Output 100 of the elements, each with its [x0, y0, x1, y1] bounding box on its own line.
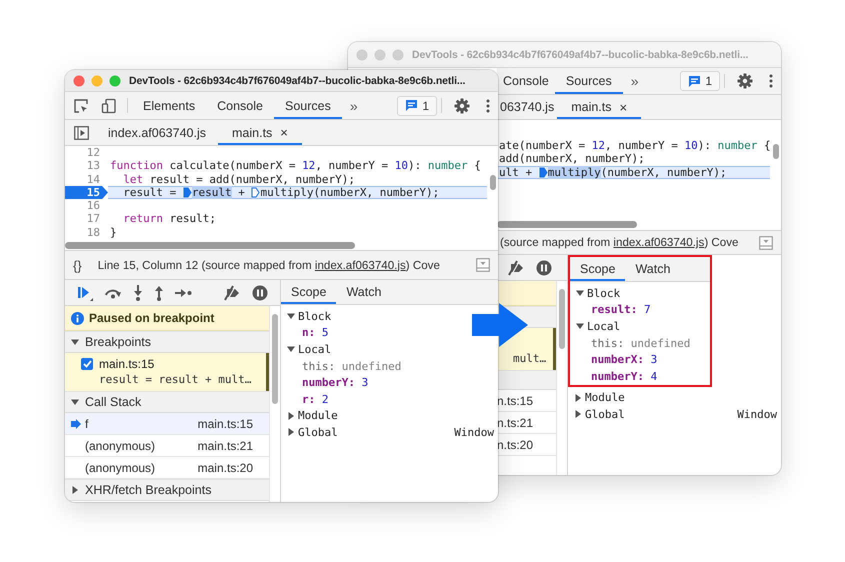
section-header[interactable]: Breakpoints [65, 331, 269, 353]
code-text: multiply(numberX, numberY); [260, 186, 440, 200]
code-text: ate(numberX = 12, numberY = 10): number { [499, 139, 770, 152]
source-link[interactable]: index.af063740.js [314, 258, 406, 272]
inline-breakpoint-icon[interactable] [251, 187, 260, 198]
sidebar-tab[interactable]: Watch [625, 257, 680, 281]
pause-icon[interactable] [252, 284, 268, 300]
step-icon[interactable] [175, 288, 192, 298]
status-text: Line 15, Column 12 (source mapped from index.af063740.js) Cove [98, 258, 441, 272]
scope-variable: this: undefined [302, 360, 402, 373]
frame-location: main.ts:20 [198, 460, 253, 474]
more-tabs-button[interactable]: » [342, 92, 366, 119]
issues-button[interactable]: 1 [680, 71, 720, 91]
scrollbar-thumb[interactable] [272, 314, 278, 404]
expand-triangle-icon[interactable] [71, 338, 79, 346]
deactivate-breakpoints-icon[interactable] [223, 284, 241, 300]
scope-variable: numberY: 4 [591, 370, 658, 383]
breakpoint-item[interactable]: main.ts:15 result = result + mult… [65, 353, 269, 391]
frame-location: n.ts:20 [497, 438, 534, 452]
breakpoint-location: main.ts:15 [99, 357, 154, 371]
issues-count: 1 [422, 98, 429, 112]
expand-triangle-icon[interactable] [576, 289, 584, 298]
settings-icon[interactable] [737, 73, 753, 89]
step-into-icon[interactable] [133, 284, 143, 300]
expand-triangle-icon[interactable] [71, 398, 79, 406]
scope-variable: numberX: 3 [591, 353, 658, 366]
sidebar-tab[interactable]: Scope [281, 280, 336, 304]
scrollbar-thumb[interactable] [559, 289, 565, 349]
expand-triangle-icon[interactable] [574, 410, 582, 418]
breakpoint-code: mult… [513, 352, 548, 365]
resume-icon[interactable] [77, 284, 93, 300]
expand-triangle-icon[interactable] [287, 345, 295, 354]
scrollbar-thumb[interactable] [65, 242, 355, 248]
drawer-toggle-icon[interactable] [759, 236, 773, 250]
call-frame[interactable]: (anonymous) main.ts:20 [65, 457, 269, 479]
drawer-toggle-icon[interactable] [476, 258, 490, 272]
step-over-icon[interactable] [104, 286, 122, 298]
scope-name[interactable]: Module [298, 409, 338, 422]
navigator-toggle-icon[interactable] [74, 126, 89, 140]
line-number: 15 [65, 186, 108, 200]
scope-variable: n: 5 [302, 326, 328, 340]
scrollbar-thumb[interactable] [497, 220, 637, 228]
expand-triangle-icon[interactable] [287, 312, 295, 320]
section-title: Breakpoints [85, 335, 152, 349]
frame-name: (anonymous) [85, 438, 156, 452]
expand-triangle-icon[interactable] [287, 428, 295, 436]
checkmark-icon [82, 360, 92, 368]
step-out-icon[interactable] [154, 284, 164, 300]
scope-name[interactable]: Global [585, 408, 625, 421]
close-icon[interactable]: × [280, 125, 288, 140]
scrollbar-thumb[interactable] [772, 144, 778, 159]
scope-name[interactable]: Local [587, 320, 620, 333]
frame-location: n.ts:15 [497, 394, 534, 408]
line-number: 16 [86, 199, 101, 212]
expand-triangle-icon[interactable] [576, 322, 584, 330]
frame-location: main.ts:15 [198, 416, 253, 430]
section-title: Call Stack [85, 395, 142, 409]
issues-button[interactable]: 1 [397, 96, 437, 116]
info-icon [71, 312, 84, 324]
format-button[interactable]: {} [73, 258, 82, 272]
panel-tab[interactable]: Elements [132, 92, 206, 119]
scope-name[interactable]: Module [585, 391, 625, 404]
current-frame-icon [71, 418, 81, 428]
more-options-icon[interactable] [486, 98, 490, 112]
window-controls-icon[interactable] [73, 74, 121, 86]
file-tab[interactable]: index.af063740.js [96, 120, 218, 145]
code-text: } [110, 226, 117, 240]
arrow-drawing [472, 303, 528, 347]
expand-triangle-icon[interactable] [574, 394, 582, 402]
call-frame[interactable]: (anonymous) main.ts:21 [65, 435, 269, 457]
scope-name[interactable]: Local [298, 342, 332, 356]
pause-icon[interactable] [536, 260, 552, 276]
message-icon [688, 74, 702, 88]
scrollbar-thumb[interactable] [490, 175, 496, 190]
breakpoint-checkbox[interactable] [81, 358, 93, 370]
expand-triangle-icon[interactable] [71, 486, 79, 494]
deactivate-breakpoints-icon[interactable] [507, 260, 525, 276]
settings-icon[interactable] [454, 98, 470, 114]
scope-name[interactable]: Block [298, 310, 332, 323]
line-number: 18 [86, 226, 101, 240]
message-icon [405, 99, 418, 112]
inspect-icon[interactable] [73, 98, 89, 114]
more-options-icon[interactable] [769, 74, 773, 88]
device-icon[interactable] [101, 98, 117, 114]
file-tab[interactable]: 063740.js [497, 95, 558, 119]
scope-variable: this: undefined [591, 336, 690, 350]
sidebar-tab[interactable]: Watch [336, 280, 392, 304]
panel-tab[interactable]: Console [497, 68, 555, 94]
scope-variable: r: 2 [302, 392, 328, 406]
sidebar-tab[interactable]: Scope [570, 257, 626, 281]
expand-triangle-icon[interactable] [287, 412, 295, 420]
more-tabs-button[interactable]: » [622, 68, 647, 94]
source-link[interactable]: index.af063740.js [613, 236, 704, 249]
scope-name[interactable]: Block [587, 286, 620, 300]
panel-tab[interactable]: Console [206, 92, 274, 119]
section-header[interactable]: Call Stack [65, 391, 269, 413]
section-header[interactable]: XHR/fetch Breakpoints [65, 479, 269, 501]
close-icon[interactable]: × [620, 100, 628, 114]
call-frame[interactable]: f main.ts:15 [65, 413, 269, 435]
scope-name[interactable]: Global [298, 426, 338, 439]
